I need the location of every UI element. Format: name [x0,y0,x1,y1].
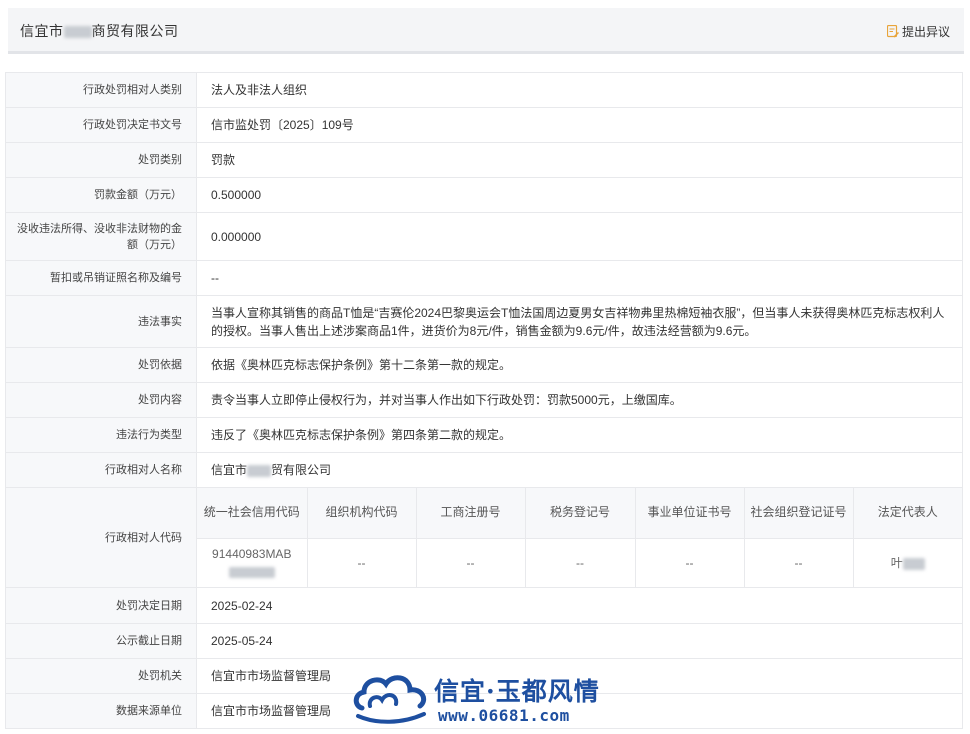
field-label: 行政相对人名称 [5,452,197,488]
party-codes-header-row: 统一社会信用代码 组织机构代码 工商注册号 税务登记号 事业单位证书号 社会组织… [197,488,962,539]
table-row: 处罚类别 罚款 [5,142,963,178]
column-header: 法定代表人 [853,488,962,539]
field-label: 处罚内容 [5,382,197,418]
penalty-detail-table: 行政处罚相对人类别 法人及非法人组织 行政处罚决定书文号 信市监处罚〔2025〕… [5,72,963,729]
field-label: 违法行为类型 [5,417,197,453]
column-header: 税务登记号 [525,488,636,539]
field-value: 信市监处罚〔2025〕109号 [196,107,963,143]
code-cell: -- [307,538,417,587]
field-value: 信宜市市场监督管理局 [196,658,963,694]
field-value: 罚款 [196,142,963,178]
company-title: 信宜市 商贸有限公司 [20,23,179,39]
code-cell: -- [635,538,745,587]
field-value: 0.000000 [196,212,963,261]
field-label: 行政处罚决定书文号 [5,107,197,143]
table-row: 罚款金额（万元） 0.500000 [5,177,963,213]
field-value: 法人及非法人组织 [196,72,963,108]
table-row: 违法行为类型 违反了《奥林匹克标志保护条例》第四条第二款的规定。 [5,417,963,453]
table-row: 行政相对人代码 统一社会信用代码 组织机构代码 工商注册号 税务登记号 事业单位… [5,487,963,588]
field-value: 违反了《奥林匹克标志保护条例》第四条第二款的规定。 [196,417,963,453]
field-value: 依据《奥林匹克标志保护条例》第十二条第一款的规定。 [196,347,963,383]
field-label: 违法事实 [5,295,197,348]
table-row: 数据来源单位 信宜市市场监督管理局 [5,693,963,729]
field-label: 处罚依据 [5,347,197,383]
redacted-text [228,567,275,579]
table-row: 没收违法所得、没收非法财物的金额（万元） 0.000000 [5,212,963,261]
field-value: 2025-05-24 [196,623,963,659]
field-label: 行政相对人代码 [5,487,197,588]
redacted-text [247,464,272,477]
table-row: 处罚内容 责令当事人立即停止侵权行为，并对当事人作出如下行政处罚：罚款5000元… [5,382,963,418]
redacted-text [63,26,92,39]
field-value: 2025-02-24 [196,587,963,624]
field-value: 0.500000 [196,177,963,213]
objection-button[interactable]: 提出异议 [886,23,950,40]
redacted-text [902,558,925,571]
table-row: 处罚决定日期 2025-02-24 [5,587,963,624]
table-row: 行政处罚相对人类别 法人及非法人组织 [5,72,963,108]
party-codes-cell: 统一社会信用代码 组织机构代码 工商注册号 税务登记号 事业单位证书号 社会组织… [196,487,963,588]
table-row: 处罚依据 依据《奥林匹克标志保护条例》第十二条第一款的规定。 [5,347,963,383]
table-row: 处罚机关 信宜市市场监督管理局 [5,658,963,694]
header-bar: 信宜市 商贸有限公司 提出异议 [8,8,964,54]
column-header: 工商注册号 [416,488,526,539]
column-header: 事业单位证书号 [635,488,745,539]
document-edit-icon [886,25,899,38]
field-label: 行政处罚相对人类别 [5,72,197,108]
column-header: 社会组织登记证号 [744,488,854,539]
field-label: 处罚决定日期 [5,587,197,624]
table-row: 行政相对人名称 信宜市 贸有限公司 [5,452,963,488]
column-header: 组织机构代码 [307,488,417,539]
table-row: 违法事实 当事人宣称其销售的商品T恤是“吉赛伦2024巴黎奥运会T恤法国周边夏男… [5,295,963,348]
field-value: 信宜市 贸有限公司 [196,452,963,488]
field-value: 责令当事人立即停止侵权行为，并对当事人作出如下行政处罚：罚款5000元，上缴国库… [196,382,963,418]
code-cell: -- [744,538,854,587]
table-row: 公示截止日期 2025-05-24 [5,623,963,659]
field-value: 信宜市市场监督管理局 [196,693,963,729]
field-label: 公示截止日期 [5,623,197,659]
table-row: 行政处罚决定书文号 信市监处罚〔2025〕109号 [5,107,963,143]
credit-code-cell: 91440983MAB [197,538,308,587]
field-label: 罚款金额（万元） [5,177,197,213]
field-label: 数据来源单位 [5,693,197,729]
code-cell: -- [416,538,526,587]
field-label: 没收违法所得、没收非法财物的金额（万元） [5,212,197,261]
field-label: 处罚机关 [5,658,197,694]
field-label: 处罚类别 [5,142,197,178]
legal-rep-cell: 叶 [853,538,962,587]
field-value: 当事人宣称其销售的商品T恤是“吉赛伦2024巴黎奥运会T恤法国周边夏男女吉祥物弗… [196,295,963,348]
code-cell: -- [525,538,636,587]
party-codes-table: 统一社会信用代码 组织机构代码 工商注册号 税务登记号 事业单位证书号 社会组织… [197,488,962,587]
field-label: 暂扣或吊销证照名称及编号 [5,260,197,296]
field-value: -- [196,260,963,296]
column-header: 统一社会信用代码 [197,488,308,539]
table-row: 暂扣或吊销证照名称及编号 -- [5,260,963,296]
party-codes-value-row: 91440983MAB -- -- -- -- -- 叶 [197,538,962,587]
